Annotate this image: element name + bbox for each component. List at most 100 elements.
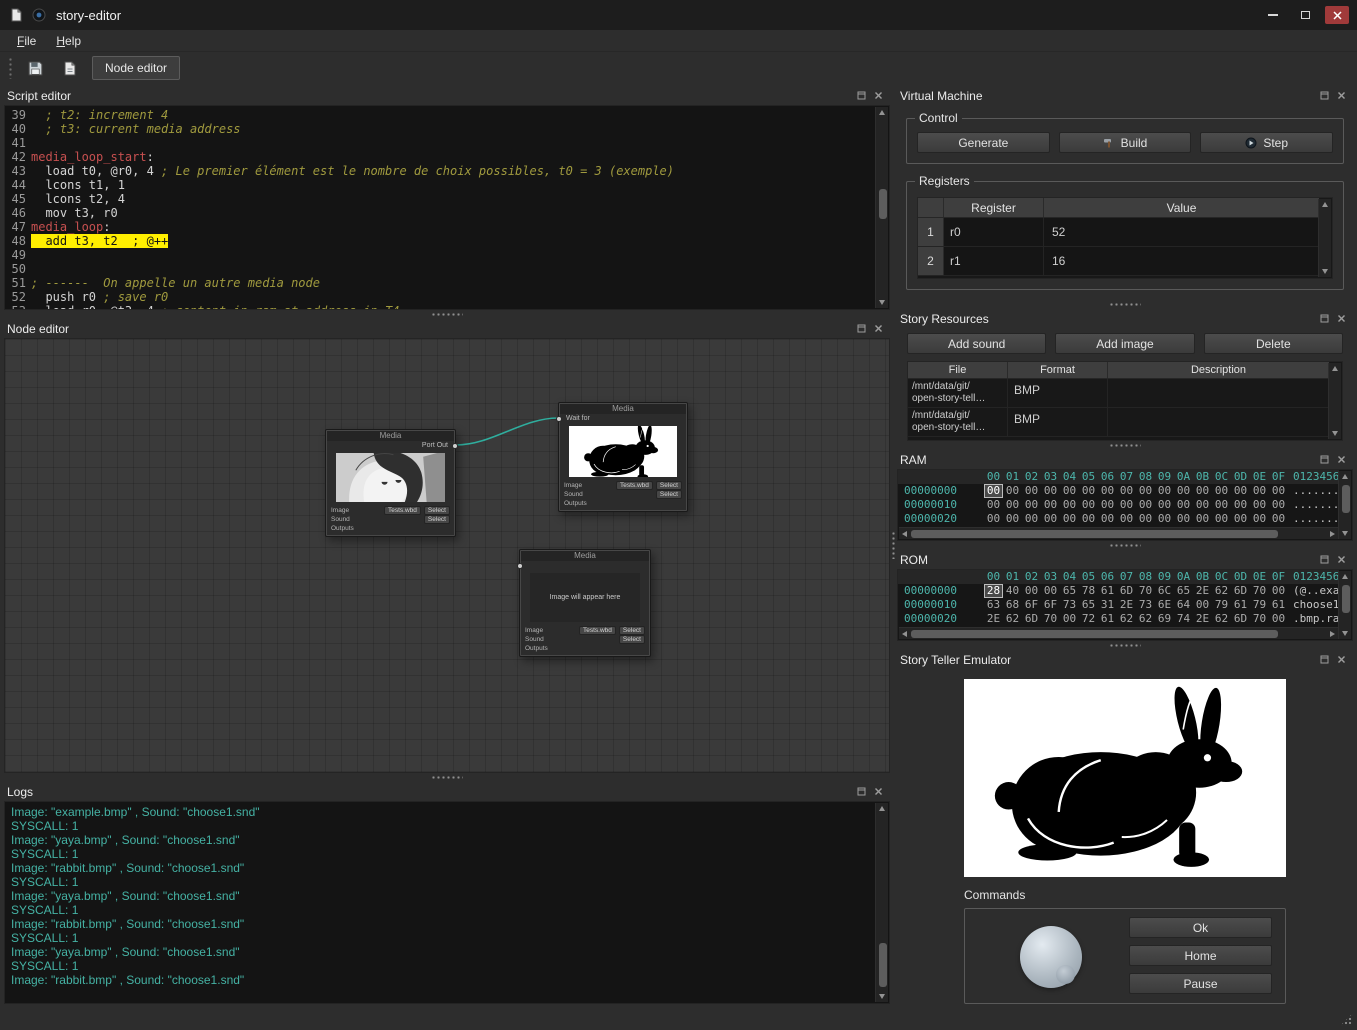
hex-byte-cell[interactable]: 00 <box>1117 512 1136 526</box>
in-port[interactable] <box>517 563 523 569</box>
hex-byte-cell[interactable]: 6C <box>1155 584 1174 598</box>
scroll-left-arrow[interactable] <box>902 631 907 637</box>
registers-scrollbar[interactable] <box>1318 199 1331 277</box>
hex-byte-cell[interactable]: 6F <box>1041 598 1060 612</box>
in-port[interactable] <box>556 416 562 422</box>
hex-byte-cell[interactable]: 61 <box>1098 612 1117 626</box>
hex-byte-cell[interactable]: 00 <box>1174 512 1193 526</box>
hex-byte-cell[interactable]: 70 <box>1250 584 1269 598</box>
scroll-down-arrow[interactable] <box>1342 631 1348 636</box>
step-button[interactable]: Step <box>1200 132 1333 153</box>
title-bar[interactable]: story-editor <box>0 0 1357 30</box>
hex-byte-cell[interactable]: 61 <box>1231 598 1250 612</box>
hex-byte-cell[interactable]: 00 <box>984 512 1003 526</box>
hex-byte-cell[interactable]: 00 <box>1041 498 1060 512</box>
hex-byte-cell[interactable]: 00 <box>1060 484 1079 498</box>
hex-byte-cell[interactable]: 00 <box>1117 484 1136 498</box>
node-editor-toggle-button[interactable]: Node editor <box>92 56 180 80</box>
splitter-handle[interactable] <box>4 310 890 319</box>
hex-byte-cell[interactable]: 6D <box>1231 612 1250 626</box>
scroll-up-arrow[interactable] <box>879 806 885 811</box>
hex-byte-cell[interactable]: 00 <box>1155 498 1174 512</box>
home-button[interactable]: Home <box>1129 945 1272 966</box>
scroll-down-arrow[interactable] <box>1322 269 1328 274</box>
hex-byte-cell[interactable]: 00 <box>1041 484 1060 498</box>
menu-item-help[interactable]: Help <box>47 32 90 50</box>
media-node-3[interactable]: Media Image will appear here ImageTests.… <box>519 549 651 657</box>
hex-byte-cell[interactable]: 62 <box>1212 584 1231 598</box>
float-panel-icon[interactable] <box>1319 654 1330 665</box>
scroll-down-arrow[interactable] <box>879 300 885 305</box>
hex-byte-cell[interactable]: 70 <box>1136 584 1155 598</box>
hex-byte-cell[interactable]: 62 <box>1136 612 1155 626</box>
hex-byte-cell[interactable]: 00 <box>1098 484 1117 498</box>
hex-byte-cell[interactable]: 00 <box>1003 498 1022 512</box>
column-splitter-handle[interactable] <box>889 86 897 1004</box>
hex-byte-cell[interactable]: 65 <box>1060 584 1079 598</box>
scroll-up-arrow[interactable] <box>1342 574 1348 579</box>
rom-horizontal-scrollbar[interactable] <box>899 627 1338 639</box>
node-select-button[interactable]: Select <box>619 635 645 644</box>
rom-vertical-scrollbar[interactable] <box>1338 571 1351 639</box>
hex-byte-cell[interactable]: 00 <box>1250 498 1269 512</box>
add-image-button[interactable]: Add image <box>1055 333 1194 354</box>
hex-byte-cell[interactable]: 00 <box>1117 498 1136 512</box>
hex-byte-cell[interactable]: 00 <box>1022 498 1041 512</box>
scroll-up-arrow[interactable] <box>1322 202 1328 207</box>
hex-byte-cell[interactable]: 00 <box>1212 498 1231 512</box>
maximize-button[interactable] <box>1293 6 1317 24</box>
delete-button[interactable]: Delete <box>1204 333 1343 354</box>
ram-vertical-scrollbar[interactable] <box>1338 471 1351 539</box>
hex-byte-cell[interactable]: 63 <box>984 598 1003 612</box>
hex-byte-cell[interactable]: 61 <box>1269 598 1288 612</box>
close-panel-icon[interactable] <box>1336 313 1347 324</box>
close-button[interactable] <box>1325 6 1349 24</box>
splitter-handle[interactable] <box>897 641 1353 650</box>
hex-byte-cell[interactable]: 79 <box>1212 598 1231 612</box>
format-column-header[interactable]: Format <box>1008 362 1108 378</box>
hex-byte-cell[interactable]: 00 <box>1269 498 1288 512</box>
hex-byte-cell[interactable]: 64 <box>1174 598 1193 612</box>
hex-byte-cell[interactable]: 6D <box>1022 612 1041 626</box>
toolbar-grip[interactable] <box>8 57 13 79</box>
hex-byte-cell[interactable]: 70 <box>1041 612 1060 626</box>
splitter-handle[interactable] <box>897 300 1353 309</box>
hex-byte-cell[interactable]: 73 <box>1060 598 1079 612</box>
hex-byte-cell[interactable]: 65 <box>1079 598 1098 612</box>
hex-byte-cell[interactable]: 00 <box>1003 484 1022 498</box>
media-node-2[interactable]: Media Wait for ImageTests.wbdSelect Soun… <box>558 402 688 512</box>
script-editor-content[interactable]: 39 ; t2: increment 440 ; t3: current med… <box>4 105 890 310</box>
hex-byte-cell[interactable]: 62 <box>1212 612 1231 626</box>
scroll-up-arrow[interactable] <box>1342 474 1348 479</box>
ok-button[interactable]: Ok <box>1129 917 1272 938</box>
pause-button[interactable]: Pause <box>1129 973 1272 994</box>
hex-byte-cell[interactable]: 00 <box>1269 512 1288 526</box>
scroll-handle[interactable] <box>879 189 887 219</box>
scroll-up-arrow[interactable] <box>1332 366 1338 371</box>
build-button[interactable]: Build <box>1059 132 1192 153</box>
rom-hex-view[interactable]: 000102030405060708090A0B0C0D0E0F01234567… <box>897 569 1353 641</box>
minimize-button[interactable] <box>1261 6 1285 24</box>
hex-byte-cell[interactable]: 00 <box>1250 484 1269 498</box>
hex-byte-cell[interactable]: 62 <box>1117 612 1136 626</box>
hex-byte-cell[interactable]: 00 <box>1250 512 1269 526</box>
hex-byte-cell[interactable]: 6F <box>1022 598 1041 612</box>
scroll-handle[interactable] <box>911 530 1278 538</box>
scroll-handle[interactable] <box>879 943 887 987</box>
hex-byte-cell[interactable]: 6D <box>1231 584 1250 598</box>
node-select-button[interactable]: Select <box>424 515 450 524</box>
hex-byte-cell[interactable]: 00 <box>1022 484 1041 498</box>
node-file-chip[interactable]: Tests.wbd <box>579 626 616 635</box>
register-column-header[interactable]: Register <box>944 198 1044 217</box>
scroll-down-arrow[interactable] <box>879 994 885 999</box>
hex-byte-cell[interactable]: 62 <box>1003 612 1022 626</box>
logs-content-area[interactable]: Image: "example.bmp" , Sound: "choose1.s… <box>4 801 890 1004</box>
hex-byte-cell[interactable]: 65 <box>1174 584 1193 598</box>
node-file-chip[interactable]: Tests.wbd <box>384 506 421 515</box>
float-panel-icon[interactable] <box>856 90 867 101</box>
splitter-handle[interactable] <box>4 773 890 782</box>
hex-byte-cell[interactable]: 00 <box>1193 598 1212 612</box>
hex-byte-cell[interactable]: 00 <box>1136 512 1155 526</box>
hex-byte-cell[interactable]: 00 <box>1079 484 1098 498</box>
scroll-handle[interactable] <box>911 630 1278 638</box>
